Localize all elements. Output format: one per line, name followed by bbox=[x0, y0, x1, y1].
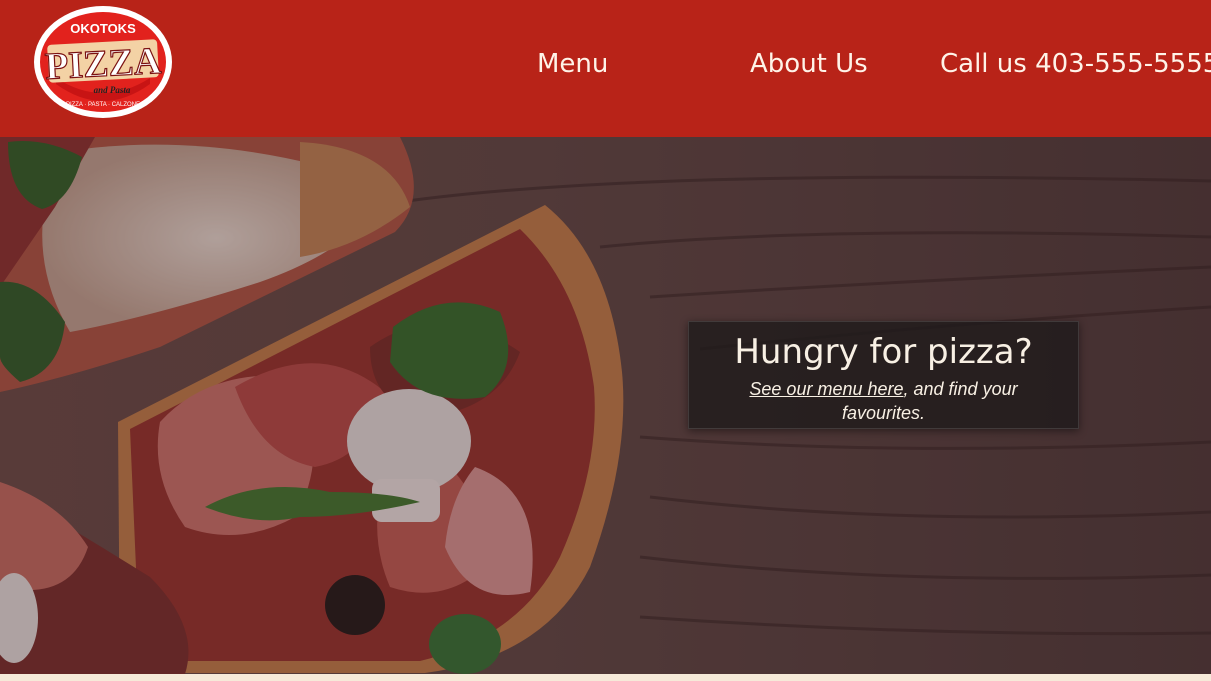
hero-title: Hungry for pizza? bbox=[734, 332, 1033, 372]
hero-banner: Hungry for pizza? See our menu here, and… bbox=[0, 137, 1211, 674]
okotoks-pizza-logo[interactable]: OKOTOKS PIZZA and Pasta PIZZA · PASTA · … bbox=[30, 4, 176, 120]
pizza-logo-icon: OKOTOKS PIZZA and Pasta PIZZA · PASTA · … bbox=[34, 6, 172, 118]
bottom-strip bbox=[0, 674, 1211, 681]
hero-cta-box: Hungry for pizza? See our menu here, and… bbox=[688, 321, 1079, 429]
nav-call-link[interactable]: Call us 403-555-5555 bbox=[940, 48, 1211, 80]
logo-bottom-text: PIZZA · PASTA · CALZONE bbox=[66, 102, 140, 108]
logo-sub-text: and Pasta bbox=[94, 85, 131, 95]
site-header: OKOTOKS PIZZA and Pasta PIZZA · PASTA · … bbox=[0, 0, 1211, 137]
logo-top-text: OKOTOKS bbox=[70, 21, 136, 36]
menu-link[interactable]: See our menu here bbox=[749, 379, 903, 399]
nav-about-link[interactable]: About Us bbox=[750, 48, 868, 80]
nav-menu-link[interactable]: Menu bbox=[537, 48, 608, 80]
logo-main-text: PIZZA bbox=[44, 40, 163, 88]
hero-description: See our menu here, and find your favouri… bbox=[689, 377, 1078, 425]
